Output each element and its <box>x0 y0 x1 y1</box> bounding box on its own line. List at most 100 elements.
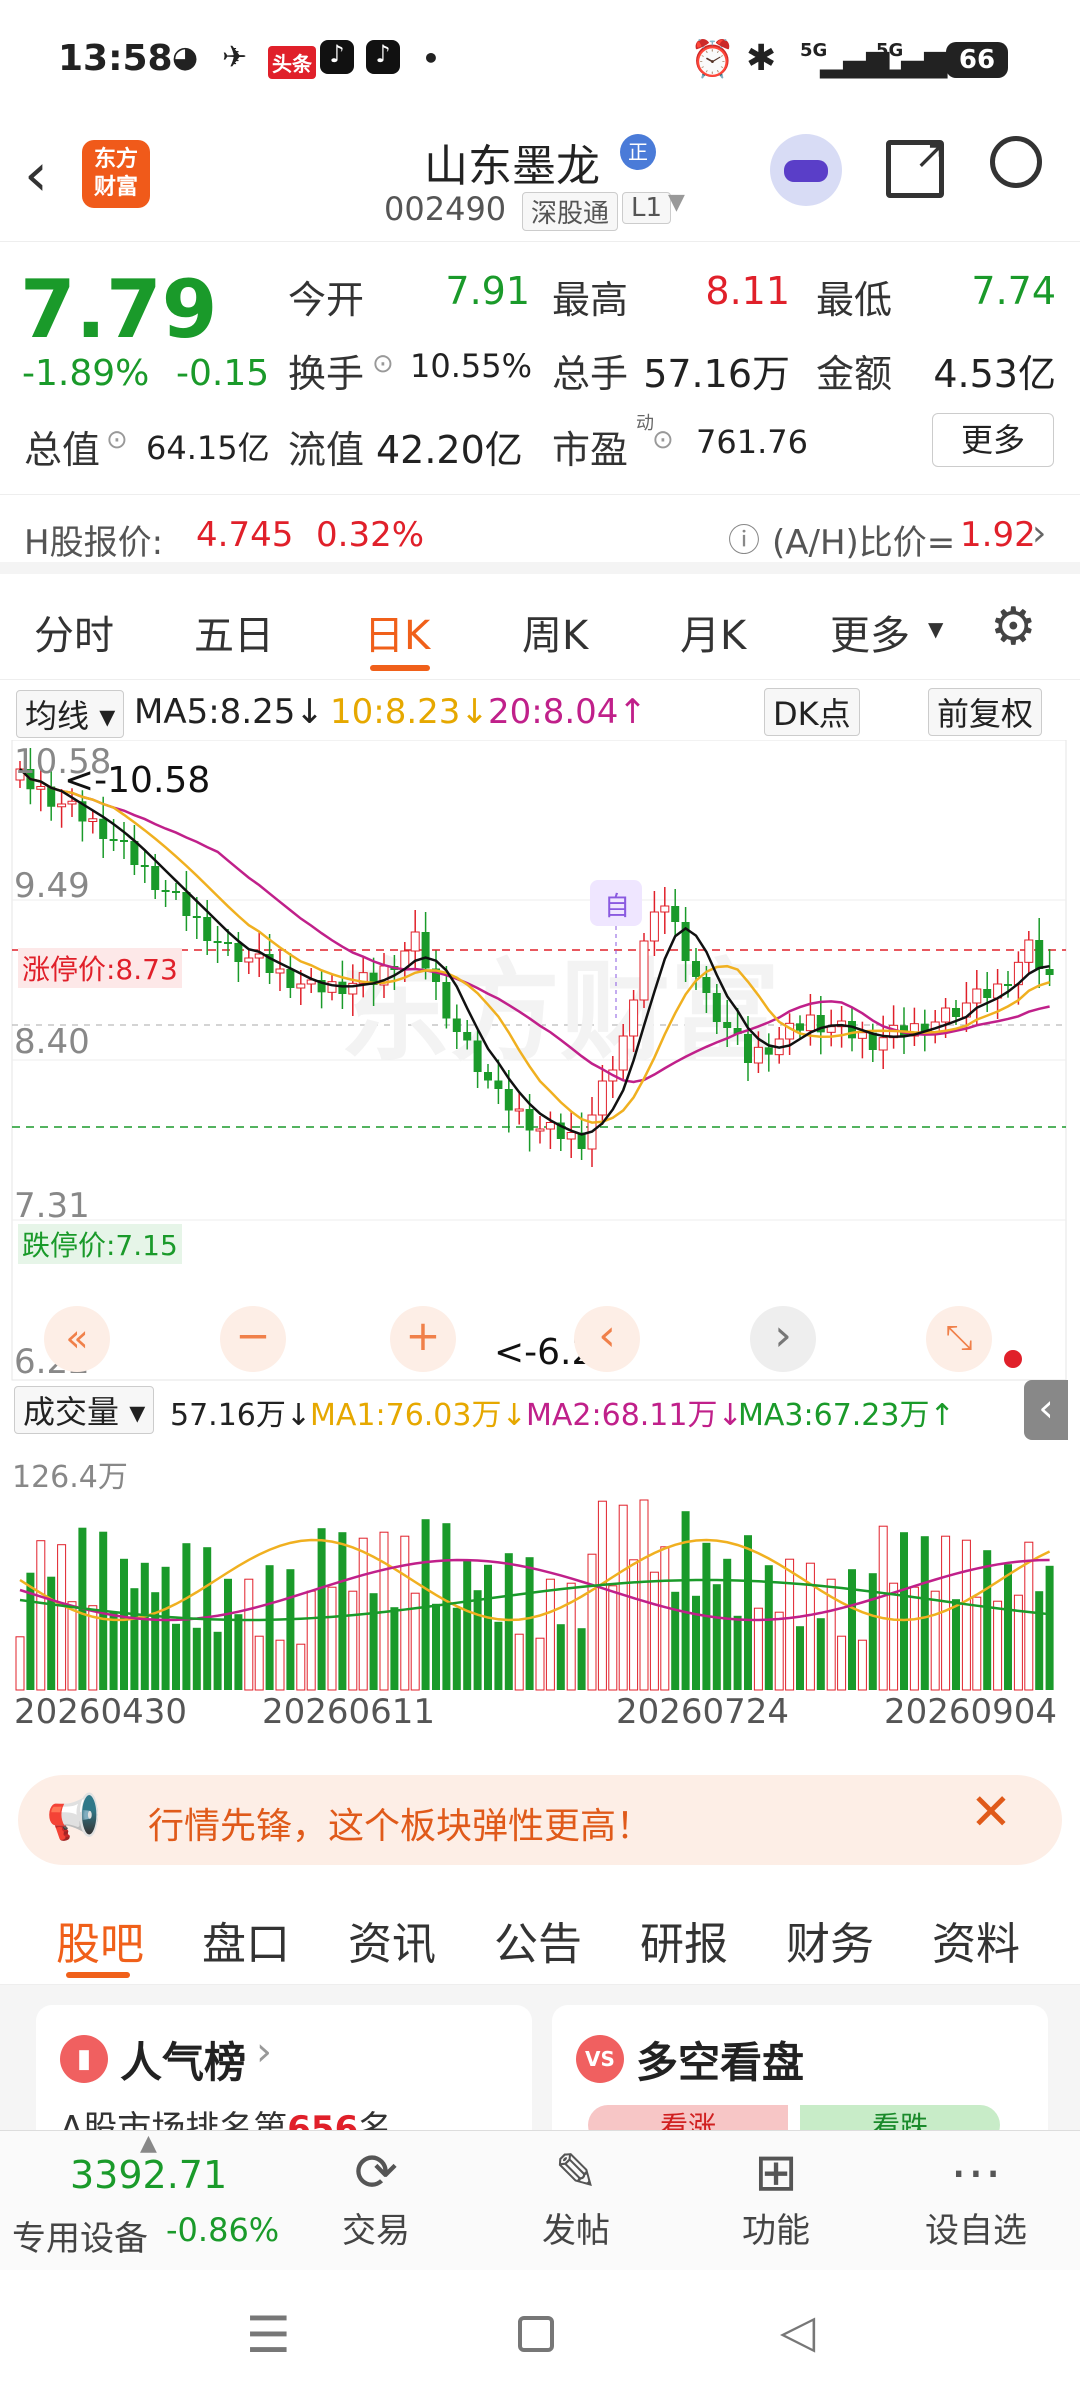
candle-body <box>192 916 201 918</box>
tab-finance[interactable]: 财务 <box>786 1908 874 1972</box>
date-label-2: 20260611 <box>262 1692 436 1732</box>
candle-body <box>151 866 160 890</box>
scroll-left-fast-icon[interactable]: « <box>44 1306 110 1372</box>
dk-point-button[interactable]: DK点 <box>764 688 860 736</box>
volume-bar <box>47 1576 56 1690</box>
h-share-row[interactable]: H股报价: 4.745 0.32% ⓘ (A/H)比价= 1.92 › <box>0 494 1080 574</box>
tab-news[interactable]: 资讯 <box>348 1908 436 1972</box>
volume-bar <box>400 1535 410 1691</box>
back-icon[interactable]: ‹ <box>24 140 48 210</box>
sector-name[interactable]: 专用设备 <box>12 2211 148 2260</box>
high-value: 8.11 <box>705 269 790 313</box>
volume-bar <box>857 1639 867 1691</box>
search-icon[interactable] <box>990 136 1042 188</box>
assistant-robot-icon[interactable] <box>770 134 842 206</box>
tab-more[interactable]: 更多 <box>830 603 910 661</box>
info-icon[interactable]: ⊙ <box>652 425 674 455</box>
volume-bar <box>338 1532 347 1690</box>
popularity-card[interactable]: ▮ 人气榜 › A股市场排名第656名 <box>36 2005 532 2149</box>
app-logo: 东方 财富 <box>82 140 150 208</box>
amount-value: 4.53亿 <box>933 352 1056 396</box>
zoom-in-icon[interactable]: + <box>390 1306 456 1372</box>
vol-ma1: MA1:76.03万↓ <box>310 1398 527 1433</box>
tab-monthly-k[interactable]: 月K <box>680 603 746 661</box>
tab-market-depth[interactable]: 盘口 <box>202 1908 290 1972</box>
collapse-panel-icon[interactable]: ‹ <box>1024 1380 1068 1440</box>
back-triangle-icon[interactable]: ◁ <box>780 2304 815 2358</box>
fullscreen-icon[interactable]: ⤡ <box>926 1306 992 1372</box>
tab-research[interactable]: 研报 <box>640 1908 728 1972</box>
volume-bar <box>172 1623 180 1690</box>
candle-body <box>649 911 659 942</box>
tab-intraday[interactable]: 分时 <box>34 603 114 661</box>
tab-weekly-k[interactable]: 周K <box>522 603 588 661</box>
candle-body <box>275 968 285 974</box>
candle-body <box>224 942 232 944</box>
home-square-icon[interactable] <box>518 2316 554 2352</box>
vs-icon: VS <box>576 2035 624 2083</box>
fq-button[interactable]: 前复权 <box>928 688 1043 736</box>
volume-bar <box>452 1607 461 1690</box>
level-badge[interactable]: L1 <box>622 192 672 224</box>
info-icon[interactable]: ⊙ <box>106 425 128 455</box>
tab-profile[interactable]: 资料 <box>932 1908 1020 1972</box>
nav-add-watchlist[interactable]: ⋯ 设自选 <box>906 2143 1046 2252</box>
marker-label: 自 <box>604 892 631 922</box>
help-icon[interactable]: ⓘ <box>728 515 760 561</box>
bottom-nav: ▲ 3392.71 专用设备 -0.86% ⟳ 交易 ✎ 发帖 ⊞ 功能 ⋯ 设… <box>0 2130 1080 2270</box>
volume-bar <box>545 1578 555 1691</box>
active-tab-indicator <box>370 665 430 671</box>
volume-bar <box>909 1586 919 1691</box>
ma-selector[interactable]: 均线 ▾ <box>16 690 125 738</box>
edit-icon: ✎ <box>554 2143 598 2203</box>
tab-forum[interactable]: 股吧 <box>56 1908 144 1972</box>
float-value: 42.20亿 <box>376 428 523 472</box>
candle-body <box>182 892 191 916</box>
limit-up-label: 涨停价:8.73 <box>18 948 182 988</box>
candle-body <box>57 803 67 808</box>
close-icon[interactable]: ✕ <box>970 1783 1012 1841</box>
chart-area: 均线 ▾ MA5:8.25↓ 10:8.23↓ 20:8.04↑ DK点 前复权… <box>0 680 1080 1770</box>
candle-body <box>744 1034 752 1063</box>
tab-announcements[interactable]: 公告 <box>494 1908 582 1972</box>
nav-post[interactable]: ✎ 发帖 <box>506 2143 646 2252</box>
more-button[interactable]: 更多 <box>932 413 1054 467</box>
sector-index-value[interactable]: 3392.71 <box>70 2153 227 2197</box>
scroll-right-icon[interactable]: › <box>750 1306 816 1372</box>
h-share-price: 4.745 <box>196 515 294 555</box>
zoom-out-icon[interactable]: − <box>220 1306 286 1372</box>
volume-bar <box>473 1590 482 1690</box>
volume-bar <box>972 1596 982 1691</box>
scroll-left-icon[interactable]: ‹ <box>574 1306 640 1372</box>
tab-five-day[interactable]: 五日 <box>194 603 274 661</box>
nav-functions[interactable]: ⊞ 功能 <box>706 2143 846 2252</box>
promo-banner[interactable]: 📢 行情先锋，这个板块弹性更高！ ✕ <box>18 1775 1062 1865</box>
info-icon[interactable]: ⊙ <box>372 349 394 379</box>
open-value: 7.91 <box>445 269 530 313</box>
volume-bar <box>671 1591 680 1690</box>
bull-bear-card[interactable]: VS 多空看盘 看涨 看跌 <box>552 2005 1048 2145</box>
volume-bar <box>785 1558 795 1691</box>
volume-ylabel: 126.4万 <box>12 1460 128 1495</box>
ma20-value: 20:8.04↑ <box>488 692 647 732</box>
candle-body <box>525 1109 534 1131</box>
dropdown-icon[interactable]: ▼ <box>668 190 685 215</box>
nav-trade[interactable]: ⟳ 交易 <box>306 2143 446 2252</box>
volume-bar <box>878 1525 888 1691</box>
tab-daily-k[interactable]: 日K <box>364 603 430 661</box>
ah-ratio-label: (A/H)比价= <box>772 523 956 563</box>
volume-value: 57.16万 <box>643 352 790 396</box>
candle-body <box>203 917 212 941</box>
high-label: 最高 <box>552 278 629 322</box>
volume-bar <box>369 1593 378 1690</box>
candle-body <box>753 1046 763 1064</box>
volume-bar <box>26 1572 35 1690</box>
settings-gear-icon[interactable]: ⚙ <box>990 597 1037 657</box>
volume-bar <box>1004 1564 1012 1690</box>
volume-bar <box>161 1566 170 1690</box>
candle-body <box>702 977 711 993</box>
volume-bar <box>587 1553 597 1691</box>
volume-selector[interactable]: 成交量 ▾ <box>14 1386 155 1434</box>
candle-body <box>566 1132 576 1140</box>
menu-icon[interactable]: ☰ <box>246 2306 291 2364</box>
